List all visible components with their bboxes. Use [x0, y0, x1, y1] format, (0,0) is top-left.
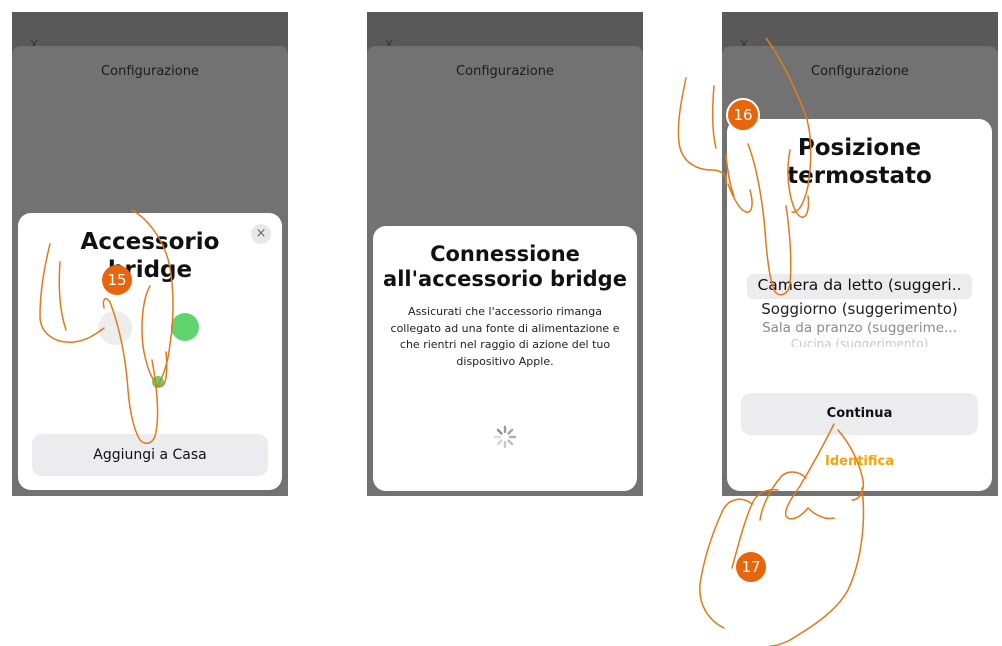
step-15-badge: 15	[102, 265, 132, 295]
status-strip	[12, 12, 288, 46]
status-strip	[367, 12, 643, 46]
sheet-title: Configurazione	[101, 64, 199, 79]
dialog-title-line2: all'accessorio bridge	[383, 267, 627, 292]
accessory-dot-gray	[98, 311, 132, 345]
connecting-dialog: Connessione all'accessorio bridge Assicu…	[373, 226, 637, 491]
picker-option[interactable]: Sala da pranzo (suggerime...	[739, 320, 980, 335]
add-to-home-button[interactable]: Aggiungi a Casa	[32, 434, 268, 476]
sheet-title: Configurazione	[456, 64, 554, 79]
dialog-title: Accessorio bridge	[18, 229, 282, 284]
picker-option[interactable]: Cucina (suggerimento)	[739, 337, 980, 347]
loading-spinner-icon	[493, 425, 517, 449]
status-strip	[722, 12, 998, 46]
dialog-title-line1: Posizione	[797, 135, 922, 161]
identify-link[interactable]: Identifica	[727, 454, 992, 469]
hand-icon	[677, 77, 728, 185]
dialog-title: Posizione termostato	[727, 135, 992, 190]
step-17-badge: 17	[736, 552, 766, 582]
picker-option[interactable]: Soggiorno (suggerimento)	[739, 300, 980, 318]
dialog-title-line1: Connessione	[430, 242, 580, 266]
connection-instructions: Assicurati che l'accessorio rimanga coll…	[390, 305, 620, 368]
dialog-title: Connessione all'accessorio bridge	[373, 242, 637, 292]
picker-option-selected[interactable]: Camera da letto (suggeri..	[739, 276, 980, 294]
accessory-dot-green	[171, 313, 199, 341]
phone-screen-thermostat-position: X Configurazione Posizione termostato Ca…	[722, 12, 998, 496]
position-dialog: Posizione termostato Camera da letto (su…	[727, 119, 992, 491]
accessory-dot-small-green	[152, 376, 164, 388]
phone-screen-accessory-bridge: X Configurazione × Accessorio bridge Agg…	[12, 12, 288, 496]
accessory-dialog: × Accessorio bridge Aggiungi a Casa	[18, 213, 282, 490]
sheet-title: Configurazione	[811, 64, 909, 79]
tutorial-figure: X Configurazione × Accessorio bridge Agg…	[0, 0, 1002, 646]
step-16-badge: 16	[726, 98, 760, 132]
dialog-title-line2: termostato	[787, 162, 932, 189]
phone-screen-connecting: X Configurazione Connessione all'accesso…	[367, 12, 643, 496]
continue-button[interactable]: Continua	[741, 393, 978, 435]
dialog-title-line1: Accessorio	[80, 229, 220, 255]
